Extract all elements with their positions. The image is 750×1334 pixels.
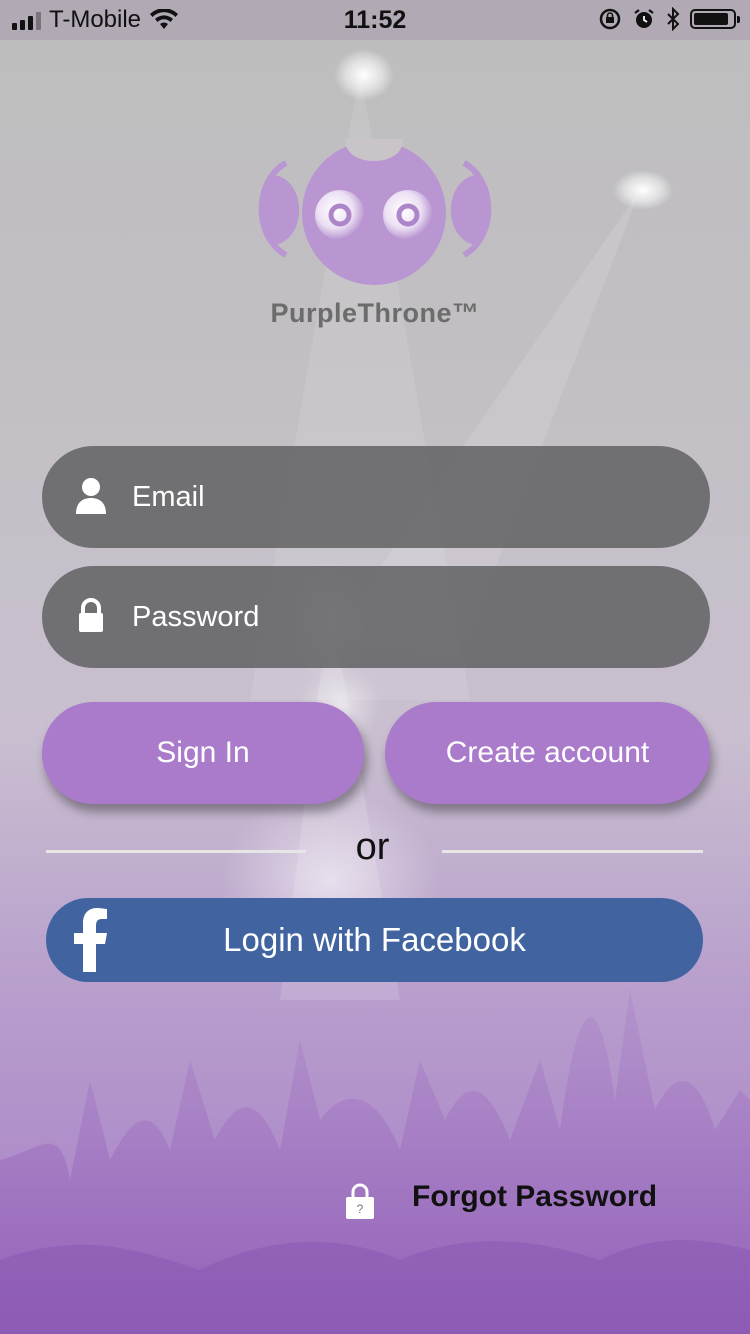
lock-icon bbox=[79, 598, 103, 632]
facebook-login-button[interactable]: Login with Facebook bbox=[46, 898, 703, 982]
password-field[interactable] bbox=[42, 566, 710, 668]
sign-in-button[interactable]: Sign In bbox=[42, 702, 364, 804]
divider-right bbox=[442, 850, 703, 853]
forgot-password-label: Forgot Password bbox=[412, 1180, 658, 1213]
email-field[interactable] bbox=[42, 446, 710, 548]
status-bar: T-Mobile 11:52 bbox=[0, 0, 750, 40]
bluetooth-icon bbox=[667, 7, 680, 31]
email-input[interactable] bbox=[132, 446, 672, 548]
or-label: or bbox=[355, 826, 390, 868]
purple-robot-logo-icon bbox=[258, 139, 492, 285]
brand-name: PurpleThrone™ bbox=[270, 298, 480, 328]
battery-icon bbox=[690, 9, 740, 29]
create-account-button[interactable]: Create account bbox=[385, 702, 710, 804]
alarm-icon bbox=[634, 9, 654, 28]
lock-question-icon: ? bbox=[346, 1183, 374, 1219]
password-input[interactable] bbox=[132, 566, 672, 668]
status-right bbox=[598, 7, 740, 31]
svg-text:?: ? bbox=[357, 1202, 364, 1216]
user-icon bbox=[76, 478, 106, 514]
rotation-lock-icon bbox=[599, 8, 621, 30]
facebook-login-label: Login with Facebook bbox=[223, 921, 526, 958]
